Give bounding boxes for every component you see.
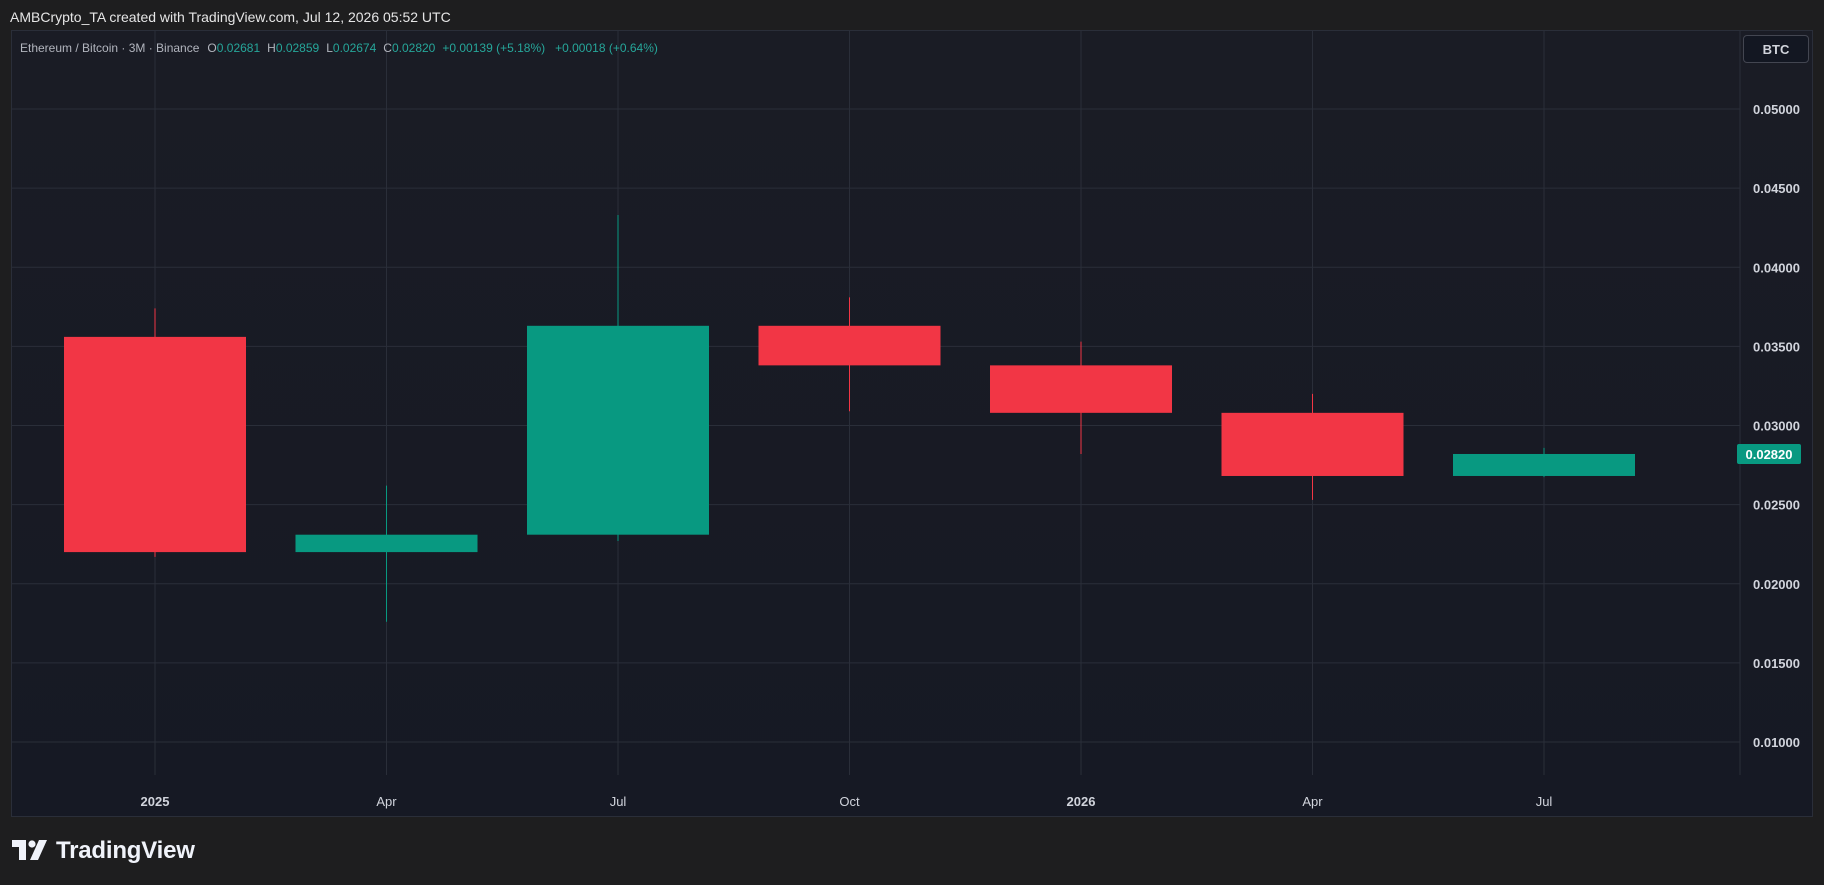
ohlc-legend: Ethereum / Bitcoin · 3M · Binance O 0.02… xyxy=(20,40,668,56)
open-value: 0.02681 xyxy=(216,41,261,55)
candle-body[interactable] xyxy=(758,325,941,366)
x-tick-label: Apr xyxy=(1302,794,1323,809)
last-price-label: 0.02820 xyxy=(1746,447,1793,462)
y-tick-label: 0.03000 xyxy=(1753,419,1800,434)
high-value: 0.02859 xyxy=(275,41,320,55)
y-tick-label: 0.04500 xyxy=(1753,181,1800,196)
candle-body[interactable] xyxy=(527,325,709,535)
y-tick-label: 0.03500 xyxy=(1753,339,1800,354)
low-value: 0.02674 xyxy=(332,41,377,55)
candlestick-chart[interactable]: 0.05000 0.04500 0.04000 0.03500 0.03000 0.025… xyxy=(0,0,1824,885)
x-tick-label: Jul xyxy=(1536,794,1553,809)
tradingview-wordmark: TradingView xyxy=(56,837,195,864)
high-label: H xyxy=(267,41,276,55)
x-tick-label: Apr xyxy=(376,794,397,809)
x-tick-label: 2026 xyxy=(1067,794,1096,809)
currency-button[interactable]: BTC xyxy=(1743,35,1809,63)
y-tick-label: 0.05000 xyxy=(1753,102,1800,117)
close-label: C xyxy=(383,41,392,55)
candle-body[interactable] xyxy=(1221,412,1404,476)
tradingview-logo-icon xyxy=(12,840,47,860)
y-tick-label: 0.01000 xyxy=(1753,735,1800,750)
change-last-value: +0.00018 (+0.64%) xyxy=(555,41,658,55)
candle-body[interactable] xyxy=(990,365,1172,413)
y-tick-label: 0.02000 xyxy=(1753,577,1800,592)
y-tick-label: 0.02500 xyxy=(1753,498,1800,513)
x-tick-label: 2025 xyxy=(141,794,170,809)
candle-body[interactable] xyxy=(295,534,478,553)
tradingview-logo[interactable]: TradingView xyxy=(12,836,195,866)
x-tick-label: Oct xyxy=(839,794,860,809)
symbol-label[interactable]: Ethereum / Bitcoin · 3M · Binance xyxy=(20,41,199,55)
candle-body[interactable] xyxy=(64,336,246,553)
open-label: O xyxy=(207,41,217,55)
y-tick-label: 0.04000 xyxy=(1753,260,1800,275)
y-tick-label: 0.01500 xyxy=(1753,656,1800,671)
x-tick-label: Jul xyxy=(610,794,627,809)
low-label: L xyxy=(326,41,333,55)
close-value: 0.02820 xyxy=(391,41,436,55)
candle-body[interactable] xyxy=(1453,453,1635,476)
change-value: +0.00139 (+5.18%) xyxy=(442,41,546,55)
